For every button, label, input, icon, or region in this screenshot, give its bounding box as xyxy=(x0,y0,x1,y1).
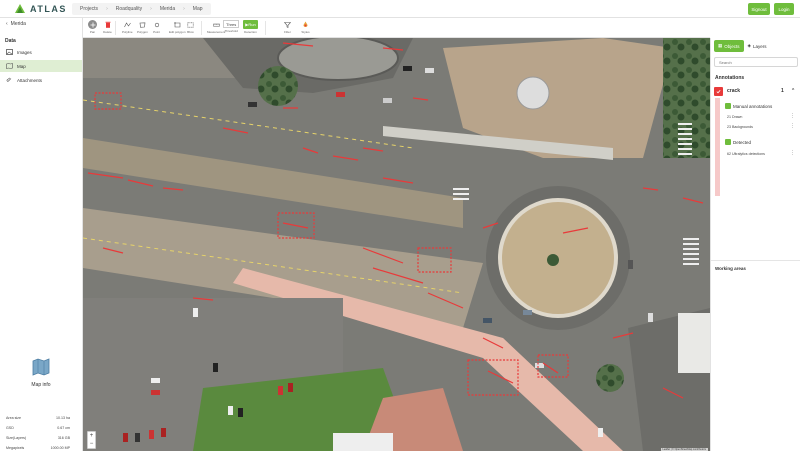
zoom-control[interactable]: + − xyxy=(87,431,96,449)
tool-threshold[interactable]: Thres Threshold xyxy=(223,20,240,36)
data-section-title: Data xyxy=(5,38,16,44)
tool-styles[interactable]: Styles xyxy=(301,20,310,36)
tree-cluster xyxy=(258,66,298,106)
map-info-title: Map info xyxy=(31,382,51,388)
tool-polyline[interactable]: Polyline xyxy=(122,20,133,36)
login-button[interactable]: Login xyxy=(774,3,794,15)
measure-icon xyxy=(212,20,221,29)
checkbox-checked-icon[interactable] xyxy=(725,139,731,145)
tool-bbox[interactable]: Bbox xyxy=(186,20,195,36)
map-icon xyxy=(6,63,13,69)
logo-text: ATLAS xyxy=(30,4,67,14)
tool-point[interactable]: Point xyxy=(152,20,161,36)
bbox-icon xyxy=(186,20,195,29)
tool-pan[interactable]: Pan xyxy=(88,20,97,36)
chevron-left-icon: ‹ xyxy=(6,21,8,27)
images-icon xyxy=(6,49,13,55)
detected-item[interactable]: 62 Ultralytics detections xyxy=(727,152,765,156)
manual-item-backgrounds[interactable]: 23 Backgrounds xyxy=(727,125,753,129)
roundabout-tree xyxy=(547,254,559,266)
panel-tabs: ▦ Objects ◈ Layers xyxy=(711,40,800,52)
objects-search-input[interactable] xyxy=(714,57,798,67)
breadcrumb: Projects › Roadquality › Merida › Map xyxy=(72,3,211,15)
more-vert-icon[interactable]: ⋮ xyxy=(790,150,795,156)
toolbar-divider xyxy=(201,21,202,35)
chevron-up-icon[interactable]: ⌃ xyxy=(791,85,795,97)
signout-button[interactable]: Signout xyxy=(748,3,770,15)
top-bar: ATLAS Projects › Roadquality › Merida › … xyxy=(0,0,800,18)
orthomosaic-image[interactable] xyxy=(83,38,710,451)
polygon-icon xyxy=(138,20,147,29)
class-row-crack[interactable]: crack 1 ⌃ xyxy=(714,85,798,97)
more-vert-icon[interactable]: ⋮ xyxy=(790,113,795,119)
edit-polygon-icon xyxy=(173,20,182,29)
tab-objects[interactable]: ▦ Objects xyxy=(714,40,744,52)
right-building xyxy=(678,313,710,373)
toolbar-divider xyxy=(115,21,116,35)
left-sidebar: ‹ Merida Data Images Map Attachments Map… xyxy=(0,18,83,451)
white-building xyxy=(333,433,393,451)
back-label: Merida xyxy=(10,21,26,27)
info-row-size: Size(Layers) 316 GB xyxy=(6,436,70,440)
checkbox-checked-icon[interactable] xyxy=(725,103,731,109)
sidebar-item-label: Images xyxy=(17,49,32,55)
layers-icon: ◈ xyxy=(747,43,751,48)
sidebar-item-images[interactable]: Images xyxy=(0,46,82,58)
breadcrumb-map[interactable]: Map xyxy=(185,3,211,15)
tool-polygon[interactable]: Polygon xyxy=(137,20,148,36)
atlas-logo-icon xyxy=(15,4,25,13)
monument xyxy=(516,76,550,110)
info-row-area: Area size 10.13 ha xyxy=(6,416,70,420)
annotations-title: Annotations xyxy=(715,75,745,81)
breadcrumb-project[interactable]: Roadquality xyxy=(108,3,150,15)
manual-annotations-group[interactable]: Manual annotations xyxy=(725,103,772,109)
run-detection-button[interactable]: ▶ Run xyxy=(243,20,258,29)
trash-icon xyxy=(103,20,112,29)
threshold-mode-select[interactable]: Thres xyxy=(223,20,240,28)
toolbar-divider xyxy=(265,21,266,35)
class-count: 1 xyxy=(781,88,784,94)
map-canvas[interactable]: + − Leaflet | © OpenStreetMap contributo… xyxy=(83,38,710,451)
tool-detection[interactable]: ▶ Run Detection xyxy=(243,20,258,36)
panel-divider xyxy=(711,260,800,261)
sidebar-item-map[interactable]: Map xyxy=(0,60,82,72)
manual-item-drawn[interactable]: 21 Drawn xyxy=(727,115,742,119)
more-vert-icon[interactable]: ⋮ xyxy=(790,123,795,129)
breadcrumb-site[interactable]: Merida xyxy=(152,3,183,15)
filter-icon xyxy=(283,20,292,29)
tool-edit-polygon[interactable]: Edit polygon xyxy=(169,20,186,36)
class-name: crack xyxy=(727,88,741,94)
breadcrumb-projects[interactable]: Projects xyxy=(72,3,106,15)
styles-icon xyxy=(301,20,310,29)
map-info-icon xyxy=(32,358,50,376)
back-link[interactable]: ‹ Merida xyxy=(6,21,26,27)
tool-delete[interactable]: Delete xyxy=(103,20,112,36)
tree-cluster xyxy=(596,364,624,392)
attachment-icon xyxy=(6,77,12,82)
point-icon xyxy=(152,20,161,29)
sidebar-item-label: Attachments xyxy=(17,77,43,83)
pan-icon xyxy=(88,20,97,29)
working-areas-title: Working areas xyxy=(715,266,746,271)
checkmark-icon xyxy=(716,89,721,93)
sidebar-item-attachments[interactable]: Attachments xyxy=(0,74,82,86)
tab-layers[interactable]: ◈ Layers xyxy=(744,40,771,52)
zoom-out-button[interactable]: − xyxy=(88,440,95,448)
polyline-icon xyxy=(123,20,132,29)
atlas-logo[interactable]: ATLAS xyxy=(14,3,67,15)
class-color-swatch[interactable] xyxy=(714,86,723,96)
sidebar-item-label: Map xyxy=(17,63,26,69)
detected-group[interactable]: Detected xyxy=(725,139,751,145)
objects-icon: ▦ xyxy=(718,43,723,48)
annotation-toolbar: Pan Delete Polyline Polygon Point Edit p… xyxy=(83,18,710,38)
right-panel: ▦ Objects ◈ Layers Annotations crack 1 ⌃… xyxy=(710,38,800,451)
tool-filter[interactable]: Filter xyxy=(283,20,292,36)
info-row-gsd: GSD 0.67 cm xyxy=(6,426,70,430)
info-row-megapixels: Megapixels 1000.00 MP xyxy=(6,446,70,450)
class-group-indicator xyxy=(715,98,720,196)
zoom-in-button[interactable]: + xyxy=(88,432,95,440)
